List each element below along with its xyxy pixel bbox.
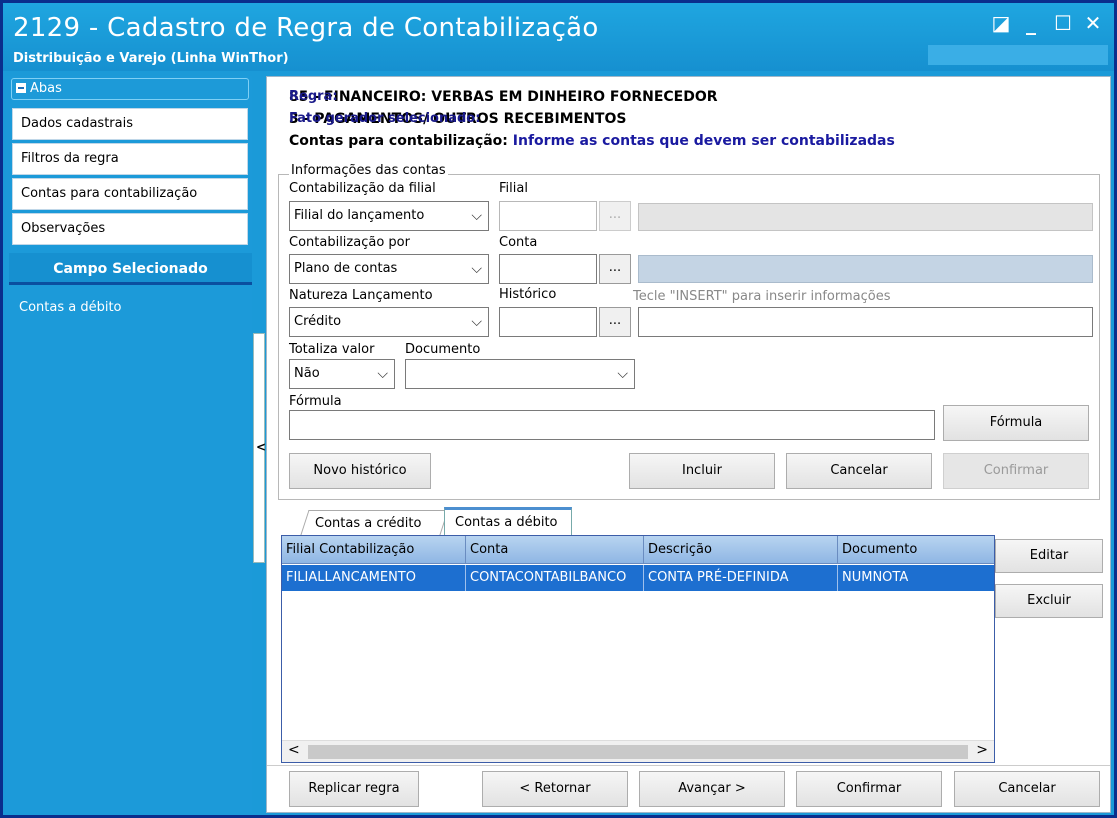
conta-lookup-button[interactable]: ... (599, 254, 631, 284)
historico-description-input[interactable] (638, 307, 1093, 337)
contab-por-value: Plano de contas (294, 261, 398, 276)
editar-button[interactable]: Editar (995, 539, 1103, 573)
main-panel: Regra: 85 - FINANCEIRO: VERBAS EM DINHEI… (266, 76, 1111, 813)
grid-col-conta[interactable]: Conta (466, 536, 644, 564)
sidebar-item-dados-cadastrais[interactable]: Dados cadastrais (12, 108, 248, 140)
sidebar-item-observacoes[interactable]: Observações (12, 213, 248, 245)
contas-label: Contas para contabilização: (289, 133, 508, 149)
chevron-down-icon: ⌵ (471, 208, 482, 224)
historico-lookup-button[interactable]: ... (599, 307, 631, 337)
chevron-down-icon: ⌵ (471, 314, 482, 330)
sidebar: Abas Dados cadastrais Filtros da regra C… (6, 76, 252, 813)
tab-contas-a-credito-label: Contas a crédito (315, 516, 422, 531)
regra-value: 85 - FINANCEIRO: VERBAS EM DINHEIRO FORN… (289, 89, 718, 105)
scroll-thumb[interactable] (308, 745, 968, 759)
table-row[interactable]: FILIALLANCAMENTO CONTACONTABILBANCO CONT… (282, 565, 994, 591)
formula-input[interactable] (289, 410, 935, 440)
maximize-button[interactable]: ☐ (1050, 11, 1076, 35)
totaliza-select[interactable]: Não ⌵ (289, 359, 395, 389)
campo-selecionado-header: Campo Selecionado (9, 253, 252, 285)
abas-header[interactable]: Abas (11, 78, 249, 100)
grid-col-documento[interactable]: Documento (838, 536, 994, 564)
natureza-select[interactable]: Crédito ⌵ (289, 307, 489, 337)
natureza-value: Crédito (294, 314, 342, 329)
retornar-button[interactable]: < Retornar (482, 771, 628, 807)
historico-label: Histórico (499, 287, 557, 302)
fato-label: Fato gerador selecionado: (289, 111, 481, 126)
historico-input[interactable] (499, 307, 597, 337)
window-title: 2129 - Cadastro de Regra de Contabilizaç… (13, 13, 599, 43)
natureza-label: Natureza Lançamento (289, 288, 433, 303)
horizontal-scrollbar[interactable]: < > (282, 740, 994, 762)
documento-select[interactable]: ⌵ (405, 359, 635, 389)
close-button[interactable]: ✕ (1080, 11, 1106, 35)
bottom-divider (267, 765, 1110, 766)
tab-contas-a-credito[interactable]: Contas a crédito (299, 510, 449, 538)
excluir-button[interactable]: Excluir (995, 584, 1103, 618)
cell-conta: CONTACONTABILBANCO (466, 565, 644, 591)
contab-por-select[interactable]: Plano de contas ⌵ (289, 254, 489, 284)
cell-filial: FILIALLANCAMENTO (282, 565, 466, 591)
sidebar-item-contas-para-contabilizacao[interactable]: Contas para contabilização (12, 178, 248, 210)
filial-lookup-button[interactable]: ... (599, 201, 631, 231)
collapse-icon (16, 83, 26, 93)
confirmar-button[interactable]: Confirmar (943, 453, 1089, 489)
fato-line: Fato gerador selecionado: 3 - PAGAMENTOS… (289, 111, 626, 127)
chevron-down-icon: ⌵ (471, 261, 482, 277)
chevron-down-icon: ⌵ (377, 366, 388, 382)
conta-input[interactable] (499, 254, 597, 284)
restore-icon[interactable]: ◪ (988, 11, 1014, 35)
contas-value: Informe as contas que devem ser contabil… (512, 133, 895, 149)
filial-input[interactable] (499, 201, 597, 231)
regra-line: Regra: 85 - FINANCEIRO: VERBAS EM DINHEI… (289, 89, 718, 105)
novo-historico-button[interactable]: Novo histórico (289, 453, 431, 489)
cell-documento: NUMNOTA (842, 570, 909, 585)
contas-grid[interactable]: Filial Contabilização Conta Descrição Do… (281, 535, 995, 763)
contab-filial-label: Contabilização da filial (289, 181, 436, 196)
filial-description-field (638, 203, 1093, 231)
conta-label: Conta (499, 235, 538, 250)
campo-selecionado-value: Contas a débito (19, 300, 122, 315)
contab-por-label: Contabilização por (289, 235, 410, 250)
scroll-left-icon[interactable]: < (288, 742, 300, 758)
formula-button[interactable]: Fórmula (943, 405, 1089, 441)
sidebar-collapse-handle[interactable]: < (253, 333, 267, 563)
replicar-regra-button[interactable]: Replicar regra (289, 771, 419, 807)
grid-col-filial[interactable]: Filial Contabilização (282, 536, 466, 564)
filial-label: Filial (499, 181, 528, 196)
tab-contas-a-debito[interactable]: Contas a débito (444, 507, 572, 535)
grid-header: Filial Contabilização Conta Descrição Do… (282, 536, 994, 564)
incluir-button[interactable]: Incluir (629, 453, 775, 489)
title-bar: 2129 - Cadastro de Regra de Contabilizaç… (3, 3, 1114, 71)
formula-label: Fórmula (289, 394, 342, 409)
sidebar-item-filtros-da-regra[interactable]: Filtros da regra (12, 143, 248, 175)
cancelar-bottom-button[interactable]: Cancelar (954, 771, 1100, 807)
cell-descricao: CONTA PRÉ-DEFINIDA (644, 565, 838, 591)
group-title: Informações das contas (289, 163, 448, 178)
chevron-left-icon: < (256, 440, 267, 454)
avancar-button[interactable]: Avançar > (639, 771, 785, 807)
scroll-right-icon[interactable]: > (976, 742, 988, 758)
conta-description-field (638, 255, 1093, 283)
window-subtitle: Distribuição e Varejo (Linha WinThor) (13, 51, 289, 66)
grid-col-descricao[interactable]: Descrição (644, 536, 838, 564)
insert-hint: Tecle "INSERT" para inserir informações (633, 289, 891, 304)
contab-filial-select[interactable]: Filial do lançamento ⌵ (289, 201, 489, 231)
totaliza-label: Totaliza valor (289, 342, 375, 357)
title-decoration (928, 45, 1108, 65)
documento-label: Documento (405, 342, 481, 357)
cancelar-button[interactable]: Cancelar (786, 453, 932, 489)
minimize-button[interactable]: _ (1018, 11, 1044, 35)
abas-label: Abas (30, 81, 62, 96)
totaliza-value: Não (294, 366, 320, 381)
regra-label: Regra: (289, 89, 338, 104)
confirmar-bottom-button[interactable]: Confirmar (796, 771, 942, 807)
contab-filial-value: Filial do lançamento (294, 208, 425, 223)
app-window: 2129 - Cadastro de Regra de Contabilizaç… (0, 0, 1117, 818)
chevron-down-icon: ⌵ (617, 366, 628, 382)
contas-line: Contas para contabilização: Informe as c… (289, 133, 895, 149)
